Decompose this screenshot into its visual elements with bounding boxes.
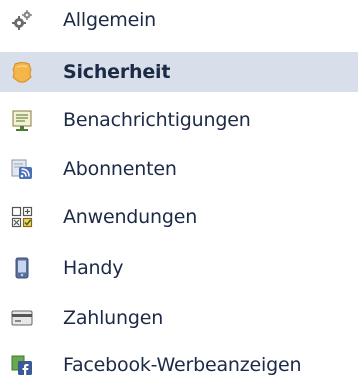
sidebar-item-label: Zahlungen bbox=[63, 307, 164, 329]
facebook-ads-icon bbox=[11, 354, 33, 376]
credit-card-icon bbox=[11, 307, 33, 329]
mobile-phone-icon bbox=[11, 257, 33, 279]
sidebar-item-label: Handy bbox=[63, 257, 124, 279]
rss-feed-icon bbox=[11, 158, 33, 180]
sidebar-item-label: Facebook-Werbeanzeigen bbox=[63, 354, 302, 376]
sidebar-item-abonnenten[interactable]: Abonnenten bbox=[0, 149, 358, 189]
sidebar-item-facebook-werbeanzeigen[interactable]: Facebook-Werbeanzeigen bbox=[0, 345, 358, 383]
settings-sidebar: Allgemein Sicherheit Benachrichtigungen bbox=[0, 0, 358, 383]
sidebar-item-zahlungen[interactable]: Zahlungen bbox=[0, 298, 358, 338]
sidebar-item-label: Benachrichtigungen bbox=[63, 109, 251, 131]
sidebar-item-anwendungen[interactable]: Anwendungen bbox=[0, 197, 358, 237]
sidebar-item-sicherheit[interactable]: Sicherheit bbox=[0, 52, 358, 92]
sidebar-item-label: Sicherheit bbox=[63, 61, 171, 83]
sidebar-item-benachrichtigungen[interactable]: Benachrichtigungen bbox=[0, 100, 358, 140]
sidebar-item-label: Allgemein bbox=[63, 9, 157, 31]
apps-grid-icon bbox=[11, 206, 33, 228]
sidebar-item-label: Anwendungen bbox=[63, 206, 198, 228]
shield-badge-icon bbox=[11, 61, 33, 83]
sidebar-item-label: Abonnenten bbox=[63, 158, 177, 180]
sidebar-item-handy[interactable]: Handy bbox=[0, 248, 358, 288]
notice-board-icon bbox=[11, 109, 33, 131]
gears-icon bbox=[11, 9, 33, 31]
sidebar-item-allgemein[interactable]: Allgemein bbox=[0, 0, 358, 40]
